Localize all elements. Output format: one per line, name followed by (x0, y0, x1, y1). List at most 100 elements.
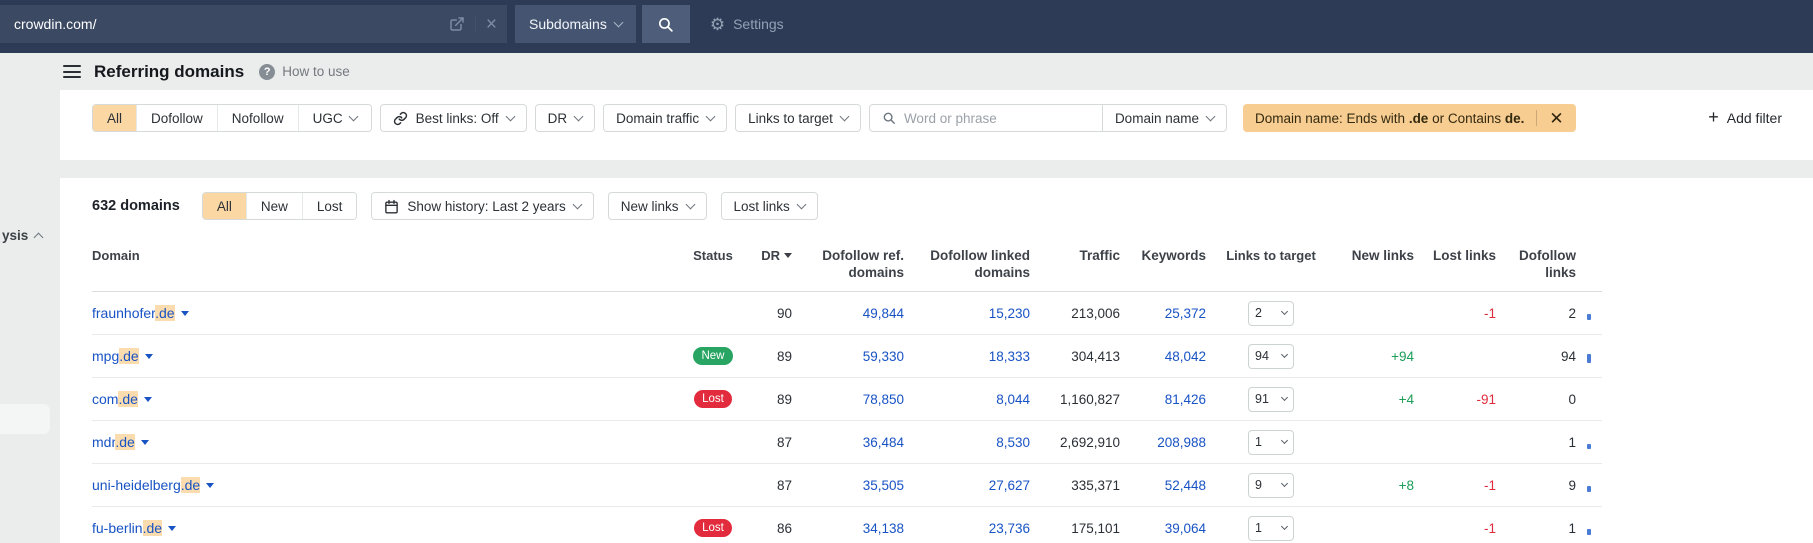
domain-menu-caret-icon[interactable] (168, 525, 177, 531)
history-spark-bar[interactable] (1587, 486, 1591, 492)
scope-dropdown[interactable]: Subdomains (515, 5, 636, 43)
dofollow-linked-domains-value[interactable]: 8,530 (904, 435, 1030, 450)
links-to-target-select[interactable]: 1 (1248, 515, 1294, 541)
header-dofollow-linked-domains[interactable]: Dofollow linked domains (904, 247, 1030, 281)
links-to-target-select[interactable]: 94 (1248, 343, 1294, 369)
history-spark-bar[interactable] (1587, 529, 1591, 535)
domain-link[interactable]: fu-berlin.de (92, 520, 163, 536)
status-tab-new[interactable]: New (245, 193, 302, 219)
dofollow-ref-domains-value[interactable]: 78,850 (792, 392, 904, 407)
dofollow-linked-domains-value[interactable]: 27,627 (904, 478, 1030, 493)
domain-link[interactable]: com.de (92, 391, 138, 407)
dofollow-ref-domains-value[interactable]: 36,484 (792, 435, 904, 450)
chevron-down-icon (796, 199, 807, 209)
domain-menu-caret-icon[interactable] (180, 310, 189, 316)
header-lost-links[interactable]: Lost links (1414, 247, 1496, 264)
keywords-value[interactable]: 81,426 (1120, 392, 1206, 407)
header-new-links[interactable]: New links (1336, 247, 1414, 264)
target-input[interactable]: crowdin.com/ × (0, 5, 507, 43)
status-badge: Lost (694, 519, 732, 537)
clear-target-icon[interactable]: × (486, 15, 497, 34)
dofollow-ref-domains-value[interactable]: 35,505 (792, 478, 904, 493)
keywords-value[interactable]: 39,064 (1120, 521, 1206, 536)
new-links-value[interactable]: +8 (1336, 478, 1414, 493)
keywords-value[interactable]: 208,988 (1120, 435, 1206, 450)
header-traffic[interactable]: Traffic (1030, 247, 1120, 264)
search-button[interactable] (641, 5, 690, 43)
dofollow-ref-domains-value[interactable]: 49,844 (792, 306, 904, 321)
dofollow-linked-domains-value[interactable]: 8,044 (904, 392, 1030, 407)
links-to-target-select[interactable]: 1 (1248, 429, 1294, 455)
remove-filter-icon[interactable]: ✕ (1549, 110, 1563, 127)
header-domain[interactable]: Domain (92, 247, 682, 264)
chevron-down-icon (1280, 350, 1289, 358)
status-tab-lost[interactable]: Lost (301, 193, 357, 219)
lost-links-value[interactable]: -1 (1414, 478, 1496, 493)
sidebar-active-item[interactable] (0, 404, 50, 434)
domain-link[interactable]: uni-heidelberg.de (92, 477, 201, 493)
best-links-filter[interactable]: Best links: Off (379, 104, 527, 132)
show-history-dropdown[interactable]: Show history: Last 2 years (371, 192, 594, 220)
external-link-icon[interactable] (449, 16, 465, 32)
question-icon: ? (259, 63, 276, 80)
dofollow-ref-domains-value[interactable]: 34,138 (792, 521, 904, 536)
header-keywords[interactable]: Keywords (1120, 247, 1206, 264)
dofollow-links-value: 0 (1568, 391, 1576, 407)
history-spark-bar[interactable] (1587, 444, 1591, 449)
domain-link[interactable]: mdr.de (92, 434, 135, 450)
header-dofollow-links[interactable]: Dofollow links (1496, 247, 1576, 281)
domain-link[interactable]: mpg.de (92, 348, 139, 364)
status-tab-all[interactable]: All (202, 193, 246, 219)
history-spark-bar[interactable] (1587, 354, 1591, 363)
dofollow-linked-domains-value[interactable]: 15,230 (904, 306, 1030, 321)
new-links-value[interactable]: +94 (1336, 349, 1414, 364)
filter-tab-all[interactable]: All (93, 105, 137, 131)
link-type-segmented: All Dofollow Nofollow UGC (92, 104, 372, 132)
header-links-to-target[interactable]: Links to target (1206, 247, 1336, 264)
domain-traffic-filter[interactable]: Domain traffic (603, 104, 728, 132)
word-search-input[interactable] (903, 110, 1074, 126)
dofollow-linked-domains-value[interactable]: 23,736 (904, 521, 1030, 536)
links-to-target-select[interactable]: 91 (1248, 386, 1294, 412)
search-mode-dropdown[interactable]: Domain name (1101, 105, 1226, 131)
table-row: mpg.de New 89 59,330 18,333 304,413 48,042 94 +9… (92, 335, 1602, 378)
traffic-value: 213,006 (1071, 305, 1120, 321)
links-to-target-select[interactable]: 2 (1248, 300, 1294, 326)
keywords-value[interactable]: 52,448 (1120, 478, 1206, 493)
how-to-use-link[interactable]: ? How to use (259, 63, 350, 80)
chevron-down-icon (685, 199, 695, 209)
domain-menu-caret-icon[interactable] (143, 396, 152, 402)
add-filter-button[interactable]: + Add filter (1708, 108, 1782, 126)
filter-tab-ugc[interactable]: UGC (297, 105, 371, 131)
dofollow-linked-domains-value[interactable]: 18,333 (904, 349, 1030, 364)
filter-tab-dofollow[interactable]: Dofollow (136, 105, 217, 131)
menu-icon[interactable] (63, 65, 81, 78)
match-highlight: .de (180, 477, 201, 493)
table-row: mdr.de 87 36,484 8,530 2,692,910 208,988 1 1 (92, 421, 1602, 464)
lost-links-value[interactable]: -91 (1414, 392, 1496, 407)
new-links-dropdown[interactable]: New links (607, 192, 707, 220)
domain-menu-caret-icon[interactable] (144, 353, 153, 359)
history-spark-bar[interactable] (1587, 314, 1591, 320)
new-links-value[interactable]: +4 (1336, 392, 1414, 407)
table-header-row: Domain Status DR Dofollow ref. domains D… (92, 220, 1602, 292)
filter-tab-nofollow[interactable]: Nofollow (216, 105, 298, 131)
domain-link[interactable]: fraunhofer.de (92, 305, 175, 321)
domain-menu-caret-icon[interactable] (140, 439, 149, 445)
lost-links-dropdown[interactable]: Lost links (720, 192, 818, 220)
links-to-target-select[interactable]: 9 (1248, 472, 1294, 498)
word-search-box[interactable] (870, 110, 1102, 126)
settings-button[interactable]: ⚙ Settings (710, 5, 784, 43)
dofollow-ref-domains-value[interactable]: 59,330 (792, 349, 904, 364)
keywords-value[interactable]: 48,042 (1120, 349, 1206, 364)
header-dofollow-ref-domains[interactable]: Dofollow ref. domains (792, 247, 904, 281)
header-dr[interactable]: DR (744, 247, 792, 264)
dr-filter[interactable]: DR (534, 104, 596, 132)
sidebar-item-clipped[interactable]: ysis (2, 228, 44, 243)
keywords-value[interactable]: 25,372 (1120, 306, 1206, 321)
header-status[interactable]: Status (682, 247, 744, 264)
lost-links-value[interactable]: -1 (1414, 521, 1496, 536)
lost-links-value[interactable]: -1 (1414, 306, 1496, 321)
links-to-target-filter[interactable]: Links to target (735, 104, 861, 132)
domain-menu-caret-icon[interactable] (206, 482, 215, 488)
